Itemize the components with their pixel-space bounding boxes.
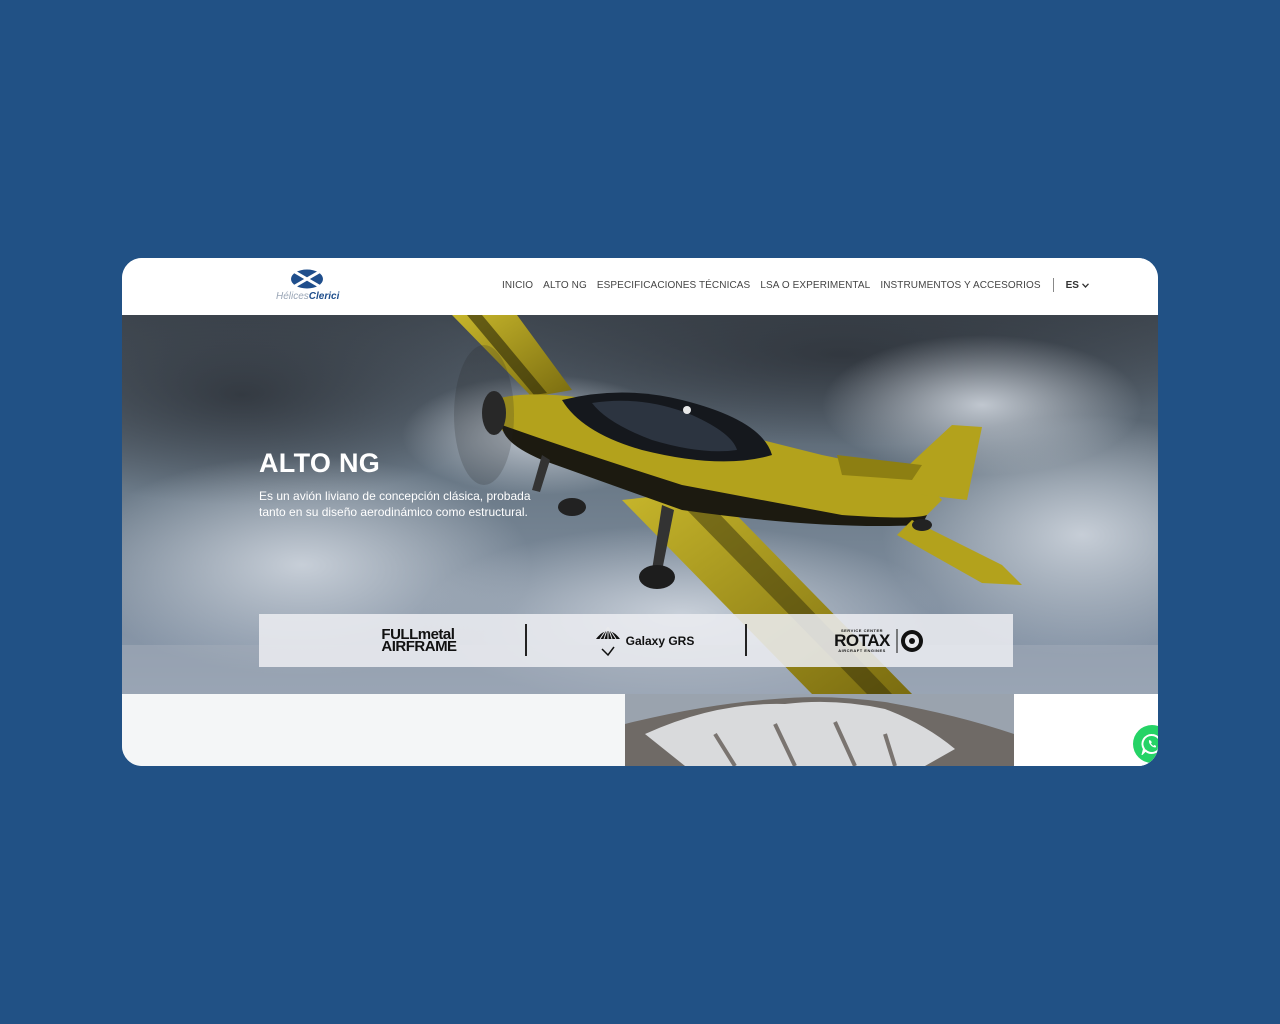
nav-item-especificaciones[interactable]: ESPECIFICACIONES TÉCNICAS (597, 280, 750, 291)
rotax-service-center-logo[interactable]: SERVICE CENTER ROTAX AIRCRAFT ENGINES (779, 614, 979, 667)
language-label: ES (1065, 279, 1079, 291)
mountain-image (625, 694, 1014, 766)
galaxy-grs-logo[interactable]: Galaxy GRS (559, 614, 729, 667)
nav-item-alto-ng[interactable]: ALTO NG (543, 280, 587, 291)
galaxy-label: Galaxy GRS (625, 633, 695, 648)
hero-description: Es un avión liviano de concepción clásic… (259, 489, 531, 519)
brand-name-part1: Hélices (276, 291, 309, 302)
content-section-left (122, 694, 625, 766)
rotax-label: ROTAX (834, 630, 890, 650)
main-nav: INICIO ALTO NG ESPECIFICACIONES TÉCNICAS… (502, 278, 1089, 292)
nav-item-lsa[interactable]: LSA O EXPERIMENTAL (760, 280, 870, 291)
partners-bar: FULLmetal AIRFRAME Galaxy GRS SERVICE CE… (259, 614, 1013, 667)
nav-separator (1052, 278, 1054, 292)
site-header: HélicesClerici INICIO ALTO NG ESPECIFICA… (122, 258, 1158, 315)
nav-item-inicio[interactable]: INICIO (502, 280, 533, 291)
nav-item-instrumentos[interactable]: INSTRUMENTOS Y ACCESORIOS (880, 280, 1040, 291)
browser-frame: HélicesClerici INICIO ALTO NG ESPECIFICA… (122, 258, 1158, 766)
brand-logo[interactable]: HélicesClerici (276, 269, 346, 305)
rotax-engine-emblem-icon (896, 628, 923, 653)
partner-divider (745, 624, 747, 656)
galaxy-parachute-icon (595, 626, 620, 656)
fullmetal-airframe-logo[interactable]: FULLmetal AIRFRAME (339, 614, 499, 667)
rotax-bottom-label: AIRCRAFT ENGINES (838, 647, 886, 653)
chevron-down-icon (1081, 282, 1089, 288)
hero-banner: ALTO NG Es un avión liviano de concepció… (122, 315, 1158, 694)
brand-name-part2: Clerici (308, 291, 340, 302)
language-selector[interactable]: ES (1066, 280, 1089, 291)
hero-title: ALTO NG (259, 448, 381, 478)
brand-name: HélicesClerici (276, 291, 339, 302)
propeller-logo-icon (291, 269, 323, 289)
fullmetal-line2: AIRFRAME (381, 637, 457, 655)
partner-divider (525, 624, 527, 656)
whatsapp-icon (1141, 734, 1158, 755)
